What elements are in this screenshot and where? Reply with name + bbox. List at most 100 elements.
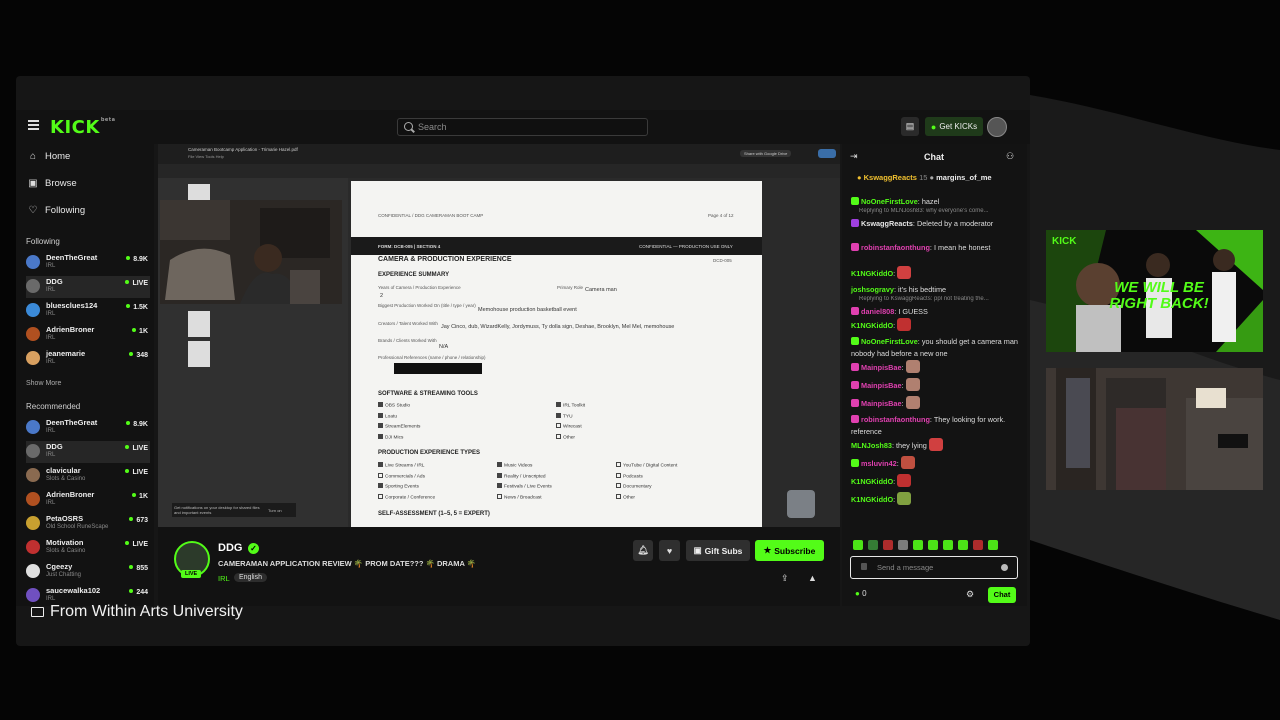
chat-message[interactable]: robinstanfaonthung: I mean he honest — [851, 242, 1021, 254]
kicks-coin-icon: ● — [930, 121, 937, 132]
pdf-share-button: Share with Google Drive — [740, 150, 792, 157]
viewer-count: 855 — [129, 565, 148, 572]
kick-logo[interactable]: KICKbeta — [50, 117, 116, 138]
emote-icon — [905, 378, 920, 391]
chat-message[interactable]: K1NGKiddO: — [851, 474, 1021, 488]
subscribe-button[interactable]: ★ Subscribe — [755, 540, 824, 561]
production-checkbox: News / Broadcast — [497, 493, 542, 500]
channel-category: IRL — [46, 428, 56, 434]
emote-bar[interactable] — [853, 540, 998, 550]
language-tag[interactable]: English — [234, 573, 267, 582]
production-checkbox: Documentary — [616, 483, 652, 490]
recommended-channel-ddg[interactable]: DDG IRL LIVE — [26, 441, 150, 463]
channel-category: Slots & Casino — [46, 476, 86, 482]
production-checkbox: Commercials / Ads — [378, 472, 425, 479]
nav-following[interactable]: ♡ Following — [28, 205, 86, 216]
nav-browse[interactable]: ▣ Browse — [28, 178, 76, 189]
emote-picker-icon — [861, 563, 867, 570]
channel-avatar — [26, 303, 40, 317]
viewer-count: 244 — [129, 589, 148, 596]
chat-input[interactable]: Send a message — [850, 556, 1018, 579]
channel-category: IRL — [46, 359, 56, 365]
chat-message[interactable]: MainpisBae: — [851, 396, 1021, 410]
channel-avatar — [26, 468, 40, 482]
show-more-link[interactable]: Show More — [26, 380, 61, 387]
browse-toggle-button[interactable]: ▤ — [901, 117, 919, 136]
settings-gear-icon[interactable]: ⚙ — [966, 589, 974, 600]
heart-icon: ♥ — [666, 545, 673, 556]
hamburger-menu-icon[interactable] — [28, 120, 39, 130]
emote-icon — [897, 492, 912, 505]
report-icon[interactable]: ▲ — [808, 573, 817, 583]
bell-icon: 🔔︎ — [637, 545, 649, 555]
stream-category[interactable]: IRL — [218, 574, 230, 583]
recommended-channel-clavicular[interactable]: clavicular Slots & Casino LIVE — [26, 465, 150, 487]
following-channel-deenthegreat[interactable]: DeenTheGreat IRL 8.9K — [26, 252, 150, 274]
chat-message[interactable]: robinstanfaonthung: They looking for wor… — [851, 414, 1021, 437]
chat-send-button[interactable]: Chat — [988, 587, 1016, 603]
viewer-count: LIVE — [125, 469, 148, 476]
chat-message[interactable]: K1NGKiddO: — [851, 492, 1021, 506]
viewer-count: 348 — [129, 352, 148, 359]
channel-category: Just Chatting — [46, 572, 82, 578]
brb-ad-panel: KICK WE WILL BE RIGHT BACK! — [1046, 230, 1263, 352]
viewer-count: 1K — [132, 493, 148, 500]
search-input[interactable]: Search — [397, 118, 648, 136]
kicks-balance[interactable]: ● 0 — [855, 589, 867, 598]
following-channel-adrienbroner[interactable]: AdrienBroner IRL 1K — [26, 324, 150, 346]
pdf-blue-button — [818, 149, 836, 158]
recommended-channel-adrienbroner[interactable]: AdrienBroner IRL 1K — [26, 489, 150, 511]
following-channel-bluesclues124[interactable]: bluesclues124 IRL 1.5K — [26, 300, 150, 322]
chat-title: Chat — [924, 152, 944, 162]
pdf-document-page: CONFIDENTIAL / DDG CAMERAMAN BOOT CAMP P… — [351, 181, 762, 527]
room-cam-panel — [1046, 368, 1263, 490]
chat-message[interactable]: MainpisBae: — [851, 360, 1021, 374]
chat-message[interactable]: K1NGKiddO: — [851, 266, 1021, 280]
user-badge-icon — [851, 197, 859, 205]
channel-avatar — [26, 492, 40, 506]
chat-message[interactable]: MainpisBae: — [851, 378, 1021, 392]
recommended-channel-petaosrs[interactable]: PetaOSRS Old School RuneScape 673 — [26, 513, 150, 535]
get-kicks-button[interactable]: ● Get KICKs — [925, 117, 983, 136]
software-checkbox: IRL Toolkit — [556, 402, 585, 409]
chat-message[interactable]: joshsogravy: it's his bedtime — [851, 284, 1021, 296]
share-icon[interactable]: ⇪ — [781, 573, 789, 584]
channel-name: clavicular — [46, 466, 81, 475]
nav-home[interactable]: ⌂ Home — [28, 151, 70, 162]
channel-category: IRL — [46, 500, 56, 506]
grid-icon: ▤ — [905, 121, 915, 131]
streamer-name[interactable]: DDG — [218, 542, 242, 554]
crown-icon: ● — [857, 173, 862, 182]
heart-icon: ♡ — [28, 205, 38, 216]
channel-category: IRL — [46, 311, 56, 317]
recommended-channel-cgeezy[interactable]: Cgeezy Just Chatting 855 — [26, 561, 150, 583]
user-avatar[interactable] — [987, 117, 1007, 137]
chat-reply-context: Replying to KswaggReacts: ppl not treati… — [859, 296, 989, 302]
following-channel-jeanemarie[interactable]: jeanemarie IRL 348 — [26, 348, 150, 370]
chat-message[interactable]: NoOneFirstLove: you should get a camera … — [851, 336, 1021, 359]
chat-pinned-bar[interactable]: ● KswaggReacts 15 ● margins_of_me — [857, 173, 1020, 187]
channel-name: Cgeezy — [46, 562, 73, 571]
chat-message[interactable]: K1NGKiddO: — [851, 318, 1021, 332]
channel-category: Slots & Casino — [46, 548, 86, 554]
gift-subs-button[interactable]: ▣ Gift Subs — [686, 540, 750, 561]
chat-message[interactable]: msluvin42: — [851, 456, 1021, 470]
emote-icon — [900, 456, 915, 469]
recommended-channel-deenthegreat[interactable]: DeenTheGreat IRL 8.9K — [26, 417, 150, 439]
chat-message[interactable]: MLNJosh83: they lying — [851, 438, 1021, 452]
production-checkbox: Corporate / Conference — [378, 493, 435, 500]
channel-name: bluesclues124 — [46, 301, 98, 310]
viewer-count: 673 — [129, 517, 148, 524]
production-checkbox: Sporting Events — [378, 483, 419, 490]
chat-message[interactable]: daniel808: I GUESS — [851, 306, 1021, 318]
notification-bell-button[interactable]: 🔔︎ — [633, 540, 653, 561]
following-channel-ddg[interactable]: DDG IRL LIVE — [26, 276, 150, 298]
recommended-channel-motivation[interactable]: Motivation Slots & Casino LIVE — [26, 537, 150, 559]
channel-avatar — [26, 540, 40, 554]
chat-message[interactable]: KswaggReacts: Deleted by a moderator — [851, 218, 1021, 230]
chat-message[interactable]: NoOneFirstLove: hazel — [851, 196, 1021, 208]
collapse-chat-icon[interactable]: ⇥ — [850, 151, 858, 162]
live-badge: LIVE — [181, 570, 202, 578]
follow-button[interactable]: ♥ — [659, 540, 680, 561]
users-icon[interactable]: ⚇ — [1006, 151, 1014, 162]
